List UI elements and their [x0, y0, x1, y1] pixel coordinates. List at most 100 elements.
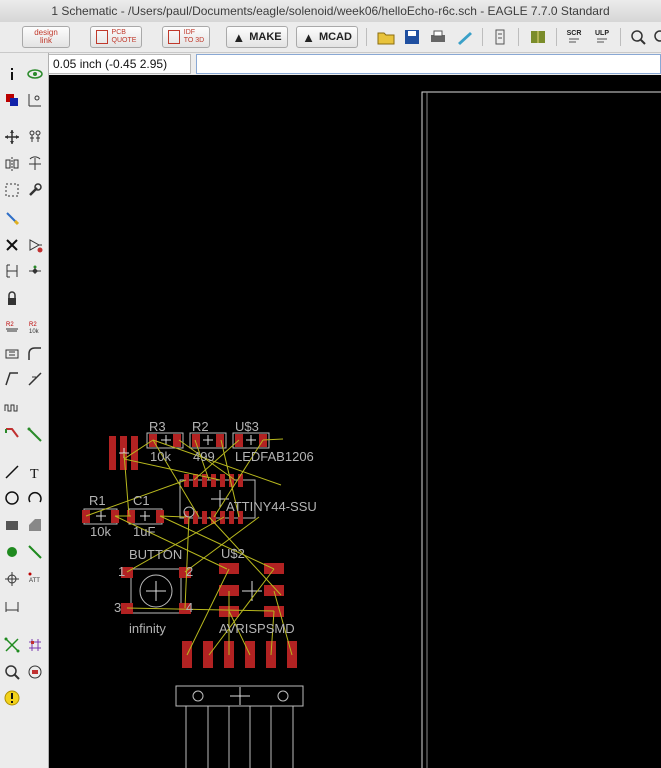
pcb-quote-icon — [95, 30, 108, 44]
button-pin-2: 2 — [186, 564, 193, 579]
pcb-quote-button[interactable]: PCB QUOTE — [90, 26, 142, 48]
u2-value-label: AVRISPSMD — [219, 621, 295, 636]
smash-icon[interactable] — [2, 344, 22, 364]
ftdi-header-pads[interactable] — [182, 641, 297, 668]
text-tool-glyph: T — [30, 467, 39, 480]
toolbar-divider — [556, 28, 557, 46]
idf-label: IDF — [183, 29, 196, 36]
r1-ref-label: R1 — [89, 493, 106, 508]
change-wrench-icon[interactable] — [25, 180, 45, 200]
idf-icon — [167, 30, 180, 44]
autodesk-a-icon: ▲ — [302, 29, 315, 45]
text-icon[interactable]: T — [25, 462, 45, 482]
r2-value-label: 499 — [193, 449, 215, 464]
pinswap-icon[interactable] — [2, 261, 22, 281]
circle-icon[interactable] — [2, 488, 22, 508]
add-part-icon[interactable] — [25, 235, 45, 255]
switch-board-icon[interactable] — [490, 27, 510, 47]
paste-brush-icon[interactable] — [2, 208, 22, 228]
delete-icon[interactable] — [2, 235, 22, 255]
value-icon[interactable]: R2 10k — [25, 317, 45, 337]
button-pin-3: 3 — [114, 600, 121, 615]
ftdi-connector-outline[interactable] — [175, 685, 304, 768]
autodesk-a-icon: ▲ — [232, 29, 246, 45]
pcb-quote-sublabel: QUOTE — [111, 37, 137, 44]
idf-sublabel: TO 3D — [183, 37, 205, 44]
r3-ref-label: R3 — [149, 419, 166, 434]
mcad-label: MCAD — [318, 31, 352, 43]
attiny-value-label: ATTINY44-SSU — [226, 499, 317, 514]
make-label: MAKE — [249, 31, 282, 43]
ulp-icon[interactable]: ULP — [592, 27, 612, 47]
toolbar-divider — [366, 28, 367, 46]
coordinate-display: 0.05 inch (-0.45 2.95) — [48, 54, 191, 74]
zoom-in-icon[interactable] — [648, 27, 661, 47]
svg-text:R2: R2 — [29, 322, 37, 328]
move-icon[interactable] — [2, 127, 22, 147]
make-button[interactable]: ▲ MAKE — [226, 26, 288, 48]
cam-processor-icon[interactable] — [455, 27, 475, 47]
toolbar-divider — [518, 28, 519, 46]
add-origin-icon[interactable] — [2, 569, 22, 589]
tool-palette: R2 R2 10k T ATT — [0, 53, 49, 768]
junction-icon[interactable] — [2, 542, 22, 562]
toolbar-divider — [482, 28, 483, 46]
lock-icon[interactable] — [2, 289, 22, 309]
errc-grid-icon[interactable] — [25, 635, 45, 655]
display-layers-icon[interactable] — [2, 90, 22, 110]
r2-ref-label: R2 — [192, 419, 209, 434]
capacitor-c1-footprint[interactable] — [127, 508, 164, 525]
idf-to-3d-button[interactable]: IDF TO 3D — [162, 26, 210, 48]
script-icon[interactable]: SCR — [564, 27, 584, 47]
title-bar: 1 Schematic - /Users/paul/Documents/eagl… — [0, 0, 661, 23]
pcb-quote-label: PCB — [111, 29, 126, 36]
line-icon[interactable] — [2, 462, 22, 482]
polygon-icon[interactable] — [25, 515, 45, 535]
split-icon[interactable] — [2, 369, 22, 389]
warning-icon[interactable] — [2, 688, 22, 708]
replace-icon[interactable] — [25, 261, 45, 281]
mark-icon[interactable] — [25, 90, 45, 110]
schematic-canvas[interactable]: R3 10k R2 499 U$3 LEDFAB1206 R1 10k C1 1… — [49, 75, 661, 768]
drc-icon[interactable] — [25, 662, 45, 682]
button-value-label: infinity — [129, 621, 166, 636]
miter-icon[interactable] — [25, 344, 45, 364]
button-pin-1: 1 — [118, 564, 125, 579]
label-icon[interactable] — [25, 542, 45, 562]
ratsnest-icon[interactable] — [2, 635, 22, 655]
mirror-icon[interactable] — [2, 154, 22, 174]
value-icon-text: 10k — [29, 329, 40, 335]
main-toolbar: design link PCB QUOTE IDF TO 3D ▲ MAKE ▲… — [0, 22, 661, 53]
dimension-icon[interactable] — [2, 596, 22, 616]
design-link-sublabel: link — [39, 36, 52, 45]
rotate-icon[interactable] — [25, 154, 45, 174]
c1-ref-label: C1 — [133, 493, 150, 508]
button-footprint[interactable] — [121, 567, 191, 614]
c1-value-label: 1uF — [133, 524, 155, 539]
attribute-icon[interactable]: ATT — [25, 569, 45, 589]
toolbar-divider — [620, 28, 621, 46]
name-icon[interactable]: R2 — [2, 317, 22, 337]
print-icon[interactable] — [428, 27, 448, 47]
open-folder-icon[interactable] — [376, 27, 396, 47]
command-input[interactable] — [196, 54, 661, 74]
route-wire-icon[interactable] — [2, 425, 22, 445]
u2-ref-label: U$2 — [221, 546, 245, 561]
copy-icon[interactable] — [25, 127, 45, 147]
design-link-button[interactable]: design link — [22, 26, 70, 48]
optimize-icon[interactable] — [25, 369, 45, 389]
zoom-fit-icon[interactable] — [628, 27, 648, 47]
schematic-drawing: R3 10k R2 499 U$3 LEDFAB1206 R1 10k C1 1… — [82, 91, 661, 768]
show-eye-icon[interactable] — [25, 64, 45, 84]
net-icon[interactable] — [25, 425, 45, 445]
meander-icon[interactable] — [2, 397, 22, 417]
info-icon[interactable] — [2, 64, 22, 84]
library-book-icon[interactable] — [528, 27, 548, 47]
arc-icon[interactable] — [25, 488, 45, 508]
mcad-button[interactable]: ▲ MCAD — [296, 26, 358, 48]
group-icon[interactable] — [2, 180, 22, 200]
ulp-label: ULP — [595, 29, 609, 37]
save-icon[interactable] — [402, 27, 422, 47]
erc-check-icon[interactable] — [2, 662, 22, 682]
rectangle-icon[interactable] — [2, 515, 22, 535]
